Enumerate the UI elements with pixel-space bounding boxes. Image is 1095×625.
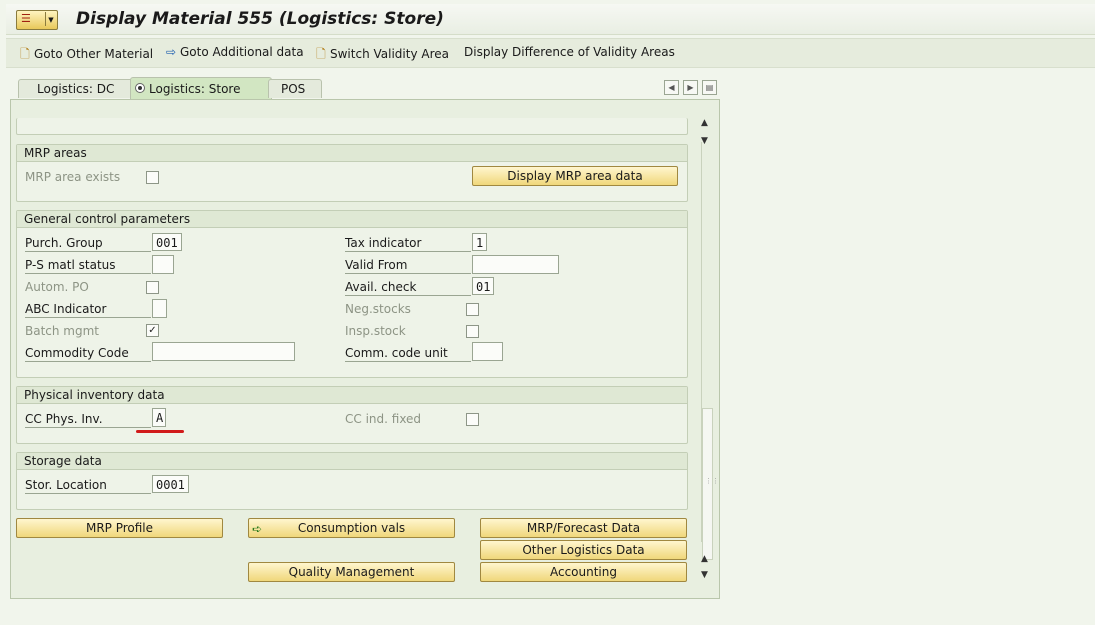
- valid-from-label: Valid From: [345, 258, 471, 274]
- batch-mgmt-checkbox[interactable]: ✓: [146, 324, 159, 337]
- group-title: General control parameters: [17, 211, 687, 228]
- group-title: Storage data: [17, 453, 687, 470]
- ps-matl-status-field[interactable]: [152, 255, 174, 274]
- accounting-button[interactable]: Accounting: [480, 562, 687, 582]
- neg-stocks-checkbox[interactable]: [466, 303, 479, 316]
- tab-label: Logistics: Store: [149, 82, 241, 96]
- arrow-right-icon: ➪: [252, 522, 263, 536]
- tab-strip: Logistics: DC Logistics: Store POS ◀ ▶ ▤: [6, 77, 720, 99]
- scroll-down-icon[interactable]: ▼: [701, 570, 708, 580]
- tax-indicator-field[interactable]: 1: [472, 233, 487, 251]
- previous-group-fragment: [16, 118, 688, 135]
- consumption-vals-label: Consumption vals: [297, 521, 406, 535]
- application-toolbar: 🗋 Goto Other Material ⇨ Goto Additional da…: [6, 38, 1095, 68]
- stor-location-field[interactable]: 0001: [152, 475, 189, 493]
- active-tab-indicator-icon: [135, 83, 145, 93]
- switch-validity-area-button[interactable]: 🗋 Switch Validity Area: [314, 45, 449, 66]
- consumption-vals-button[interactable]: ➪ Consumption vals: [248, 518, 455, 538]
- chevron-down-icon: ▼: [45, 12, 56, 26]
- scroll-up-icon[interactable]: ▲: [701, 554, 708, 564]
- arrow-right-icon: ⇨: [165, 45, 177, 59]
- goto-other-material-button[interactable]: 🗋 Goto Other Material: [18, 45, 153, 66]
- scroll-thumb[interactable]: ⋮⋮: [702, 408, 719, 560]
- tab-scroll-right-button[interactable]: ▶: [683, 80, 698, 95]
- tab-label: POS: [281, 82, 306, 96]
- autom-po-checkbox[interactable]: [146, 281, 159, 294]
- avail-check-field[interactable]: 01: [472, 277, 494, 295]
- abc-indicator-field[interactable]: [152, 299, 167, 318]
- tab-logistics-store[interactable]: Logistics: Store: [130, 77, 272, 99]
- mrp-forecast-data-button[interactable]: MRP/Forecast Data: [480, 518, 687, 538]
- cc-phys-inv-label: CC Phys. Inv.: [25, 412, 151, 428]
- checkmark-icon: ✓: [148, 325, 157, 336]
- grip-icon: ⋮⋮: [705, 477, 719, 485]
- display-difference-button[interactable]: Display Difference of Validity Areas: [464, 45, 675, 59]
- vertical-scrollbar[interactable]: ▲ ▼ ⋮⋮ ▲ ▼: [698, 112, 719, 582]
- tab-logistics-dc[interactable]: Logistics: DC: [18, 79, 144, 98]
- purch-group-field[interactable]: 001: [152, 233, 182, 251]
- tax-indicator-label: Tax indicator: [345, 236, 471, 252]
- scroll-up-icon[interactable]: ▲: [701, 118, 708, 128]
- tab-scroll-left-button[interactable]: ◀: [664, 80, 679, 95]
- insp-stock-label: Insp.stock: [345, 324, 406, 338]
- avail-check-label: Avail. check: [345, 280, 471, 296]
- title-bar: ☰ ▼ Display Material 555 (Logistics: Sto…: [6, 4, 1095, 35]
- cc-phys-inv-field[interactable]: A: [152, 408, 166, 427]
- commodity-code-field[interactable]: [152, 342, 295, 361]
- goto-other-material-label: Goto Other Material: [34, 47, 154, 61]
- mrp-area-exists-label: MRP area exists: [25, 170, 121, 184]
- mrp-area-exists-checkbox[interactable]: [146, 171, 159, 184]
- batch-mgmt-label: Batch mgmt: [25, 324, 100, 338]
- display-mrp-area-data-button[interactable]: Display MRP area data: [472, 166, 678, 186]
- insp-stock-checkbox[interactable]: [466, 325, 479, 338]
- goto-additional-data-label: Goto Additional data: [180, 45, 304, 59]
- highlight-underline: [136, 430, 184, 433]
- tab-pos[interactable]: POS: [268, 79, 322, 98]
- neg-stocks-label: Neg.stocks: [345, 302, 411, 316]
- commodity-code-label: Commodity Code: [25, 346, 151, 362]
- quality-management-button[interactable]: Quality Management: [248, 562, 455, 582]
- switch-validity-area-label: Switch Validity Area: [330, 47, 449, 61]
- document-icon: 🗋: [20, 47, 30, 61]
- cc-ind-fixed-label: CC ind. fixed: [345, 412, 422, 426]
- group-title: MRP areas: [17, 145, 687, 162]
- system-menu-button[interactable]: ☰ ▼: [16, 10, 58, 30]
- autom-po-label: Autom. PO: [25, 280, 89, 294]
- other-logistics-data-button[interactable]: Other Logistics Data: [480, 540, 687, 560]
- valid-from-field[interactable]: [472, 255, 559, 274]
- comm-code-unit-label: Comm. code unit: [345, 346, 471, 362]
- comm-code-unit-field[interactable]: [472, 342, 503, 361]
- stor-location-label: Stor. Location: [25, 478, 151, 494]
- display-difference-label: Display Difference of Validity Areas: [464, 45, 675, 59]
- cc-ind-fixed-checkbox[interactable]: [466, 413, 479, 426]
- goto-additional-data-button[interactable]: ⇨ Goto Additional data: [164, 45, 304, 59]
- tab-list-button[interactable]: ▤: [702, 80, 717, 95]
- document-icon: 🗋: [316, 47, 326, 61]
- sap-menu-icon: ☰: [21, 12, 31, 25]
- purch-group-label: Purch. Group: [25, 236, 151, 252]
- mrp-profile-button[interactable]: MRP Profile: [16, 518, 223, 538]
- abc-indicator-label: ABC Indicator: [25, 302, 151, 318]
- page-title: Display Material 555 (Logistics: Store): [76, 9, 444, 29]
- group-title: Physical inventory data: [17, 387, 687, 404]
- tab-label: Logistics: DC: [37, 82, 115, 96]
- scroll-track[interactable]: ⋮⋮: [701, 142, 719, 560]
- ps-matl-status-label: P-S matl status: [25, 258, 151, 274]
